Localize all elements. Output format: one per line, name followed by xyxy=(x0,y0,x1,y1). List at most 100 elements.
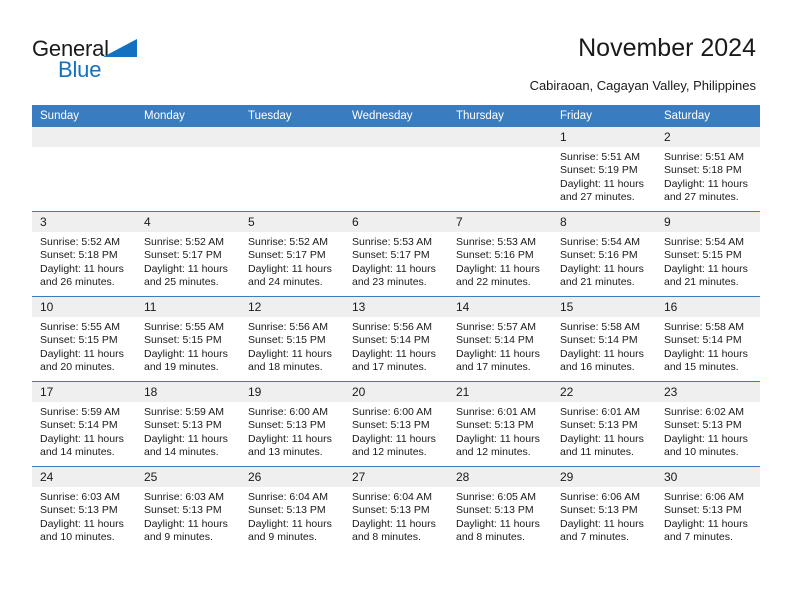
day-number xyxy=(240,127,344,147)
day-details: Sunrise: 6:05 AM Sunset: 5:13 PM Daylight:… xyxy=(448,487,552,545)
day-number: 13 xyxy=(344,297,448,317)
calendar-day-cell[interactable]: 7 Sunrise: 5:53 AM Sunset: 5:16 PM Daylight… xyxy=(448,211,552,297)
sunset-text: Sunset: 5:13 PM xyxy=(248,419,326,432)
sunset-text: Sunset: 5:13 PM xyxy=(144,419,222,432)
day-details: Sunrise: 5:59 AM Sunset: 5:14 PM Daylight:… xyxy=(32,402,136,460)
sunrise-text: Sunrise: 5:58 AM xyxy=(664,321,744,333)
calendar-day-cell[interactable]: 22 Sunrise: 6:01 AM Sunset: 5:13 PM Dayligh… xyxy=(552,381,656,467)
calendar-day-cell[interactable]: 12 Sunrise: 5:56 AM Sunset: 5:15 PM Dayligh… xyxy=(240,296,344,382)
weekday-header-tuesday: Tuesday xyxy=(240,105,344,127)
sunset-text: Sunset: 5:13 PM xyxy=(144,504,222,517)
day-number: 1 xyxy=(552,127,656,147)
sunset-text: Sunset: 5:13 PM xyxy=(456,504,534,517)
calendar-day-cell[interactable]: 27 Sunrise: 6:04 AM Sunset: 5:13 PM Dayligh… xyxy=(344,466,448,551)
calendar-day-cell[interactable]: 14 Sunrise: 5:57 AM Sunset: 5:14 PM Dayligh… xyxy=(448,296,552,382)
general-blue-logo[interactable]: General Blue xyxy=(32,36,162,82)
weekday-header-monday: Monday xyxy=(136,105,240,127)
day-details: Sunrise: 5:52 AM Sunset: 5:17 PM Daylight:… xyxy=(136,232,240,290)
day-number: 17 xyxy=(32,382,136,402)
calendar-cell-empty xyxy=(32,127,136,212)
daylight-text: Daylight: 11 hours and 26 minutes. xyxy=(40,262,124,289)
calendar-day-cell[interactable]: 24 Sunrise: 6:03 AM Sunset: 5:13 PM Dayligh… xyxy=(32,466,136,551)
calendar-day-cell[interactable]: 1 Sunrise: 5:51 AM Sunset: 5:19 PM Daylight… xyxy=(552,127,656,212)
sunrise-text: Sunrise: 6:06 AM xyxy=(664,491,744,503)
day-details: Sunrise: 5:53 AM Sunset: 5:16 PM Daylight:… xyxy=(448,232,552,290)
daylight-text: Daylight: 11 hours and 11 minutes. xyxy=(560,432,644,459)
calendar-day-cell[interactable]: 11 Sunrise: 5:55 AM Sunset: 5:15 PM Dayligh… xyxy=(136,296,240,382)
sunset-text: Sunset: 5:13 PM xyxy=(456,419,534,432)
calendar-cell-empty xyxy=(240,127,344,212)
sunrise-text: Sunrise: 5:51 AM xyxy=(560,151,640,163)
day-number: 25 xyxy=(136,467,240,487)
day-details: Sunrise: 6:00 AM Sunset: 5:13 PM Daylight:… xyxy=(344,402,448,460)
calendar-day-cell[interactable]: 18 Sunrise: 5:59 AM Sunset: 5:13 PM Dayligh… xyxy=(136,381,240,467)
calendar-day-cell[interactable]: 19 Sunrise: 6:00 AM Sunset: 5:13 PM Dayligh… xyxy=(240,381,344,467)
day-number: 5 xyxy=(240,212,344,232)
daylight-text: Daylight: 11 hours and 17 minutes. xyxy=(456,347,540,374)
logo-triangle-icon xyxy=(103,39,137,57)
sunrise-text: Sunrise: 5:51 AM xyxy=(664,151,744,163)
day-number: 2 xyxy=(656,127,760,147)
day-number: 10 xyxy=(32,297,136,317)
calendar-day-cell[interactable]: 15 Sunrise: 5:58 AM Sunset: 5:14 PM Dayligh… xyxy=(552,296,656,382)
day-number: 7 xyxy=(448,212,552,232)
calendar-day-cell[interactable]: 9 Sunrise: 5:54 AM Sunset: 5:15 PM Daylight… xyxy=(656,211,760,297)
sunset-text: Sunset: 5:13 PM xyxy=(664,504,742,517)
day-number: 12 xyxy=(240,297,344,317)
sunrise-text: Sunrise: 6:01 AM xyxy=(560,406,640,418)
day-details: Sunrise: 6:01 AM Sunset: 5:13 PM Daylight:… xyxy=(552,402,656,460)
sunset-text: Sunset: 5:14 PM xyxy=(664,334,742,347)
calendar-day-cell[interactable]: 5 Sunrise: 5:52 AM Sunset: 5:17 PM Daylight… xyxy=(240,211,344,297)
calendar-day-cell[interactable]: 17 Sunrise: 5:59 AM Sunset: 5:14 PM Dayligh… xyxy=(32,381,136,467)
calendar-day-cell[interactable]: 8 Sunrise: 5:54 AM Sunset: 5:16 PM Daylight… xyxy=(552,211,656,297)
calendar-day-cell[interactable]: 28 Sunrise: 6:05 AM Sunset: 5:13 PM Dayligh… xyxy=(448,466,552,551)
calendar-day-cell[interactable]: 13 Sunrise: 5:56 AM Sunset: 5:14 PM Dayligh… xyxy=(344,296,448,382)
calendar-day-cell[interactable]: 23 Sunrise: 6:02 AM Sunset: 5:13 PM Dayligh… xyxy=(656,381,760,467)
daylight-text: Daylight: 11 hours and 27 minutes. xyxy=(664,177,748,204)
day-number xyxy=(448,127,552,147)
day-details: Sunrise: 5:54 AM Sunset: 5:15 PM Daylight:… xyxy=(656,232,760,290)
daylight-text: Daylight: 11 hours and 7 minutes. xyxy=(560,517,644,544)
calendar-day-cell[interactable]: 29 Sunrise: 6:06 AM Sunset: 5:13 PM Dayligh… xyxy=(552,466,656,551)
logo-text-blue: Blue xyxy=(58,57,102,82)
calendar-day-cell[interactable]: 20 Sunrise: 6:00 AM Sunset: 5:13 PM Dayligh… xyxy=(344,381,448,467)
day-number: 22 xyxy=(552,382,656,402)
sunrise-text: Sunrise: 6:01 AM xyxy=(456,406,536,418)
day-details: Sunrise: 5:57 AM Sunset: 5:14 PM Daylight:… xyxy=(448,317,552,375)
day-number: 27 xyxy=(344,467,448,487)
day-number: 26 xyxy=(240,467,344,487)
calendar-day-cell[interactable]: 2 Sunrise: 5:51 AM Sunset: 5:18 PM Daylight… xyxy=(656,127,760,212)
daylight-text: Daylight: 11 hours and 27 minutes. xyxy=(560,177,644,204)
day-details: Sunrise: 6:00 AM Sunset: 5:13 PM Daylight:… xyxy=(240,402,344,460)
calendar-day-cell[interactable]: 25 Sunrise: 6:03 AM Sunset: 5:13 PM Dayligh… xyxy=(136,466,240,551)
day-number: 16 xyxy=(656,297,760,317)
day-number: 15 xyxy=(552,297,656,317)
weekday-header-sunday: Sunday xyxy=(32,105,136,127)
sunrise-text: Sunrise: 5:55 AM xyxy=(40,321,120,333)
day-number: 14 xyxy=(448,297,552,317)
calendar-header-row: Sunday Monday Tuesday Wednesday Thursday… xyxy=(32,105,760,127)
sunrise-text: Sunrise: 6:04 AM xyxy=(248,491,328,503)
day-number: 11 xyxy=(136,297,240,317)
calendar-day-cell[interactable]: 10 Sunrise: 5:55 AM Sunset: 5:15 PM Dayligh… xyxy=(32,296,136,382)
day-number xyxy=(136,127,240,147)
calendar-day-cell[interactable]: 3 Sunrise: 5:52 AM Sunset: 5:18 PM Daylight… xyxy=(32,211,136,297)
sunset-text: Sunset: 5:15 PM xyxy=(40,334,118,347)
weekday-header-wednesday: Wednesday xyxy=(344,105,448,127)
calendar-day-cell[interactable]: 6 Sunrise: 5:53 AM Sunset: 5:17 PM Daylight… xyxy=(344,211,448,297)
calendar-day-cell[interactable]: 30 Sunrise: 6:06 AM Sunset: 5:13 PM Dayligh… xyxy=(656,466,760,551)
day-number: 20 xyxy=(344,382,448,402)
day-number: 19 xyxy=(240,382,344,402)
sunrise-text: Sunrise: 5:53 AM xyxy=(352,236,432,248)
sunset-text: Sunset: 5:13 PM xyxy=(248,504,326,517)
calendar-day-cell[interactable]: 21 Sunrise: 6:01 AM Sunset: 5:13 PM Dayligh… xyxy=(448,381,552,467)
sunset-text: Sunset: 5:13 PM xyxy=(40,504,118,517)
calendar-day-cell[interactable]: 26 Sunrise: 6:04 AM Sunset: 5:13 PM Dayligh… xyxy=(240,466,344,551)
page-header: General Blue November 2024 Cabiraoan, Ca… xyxy=(0,0,792,103)
daylight-text: Daylight: 11 hours and 21 minutes. xyxy=(664,262,748,289)
sunrise-text: Sunrise: 5:52 AM xyxy=(40,236,120,248)
calendar-day-cell[interactable]: 4 Sunrise: 5:52 AM Sunset: 5:17 PM Daylight… xyxy=(136,211,240,297)
day-number: 8 xyxy=(552,212,656,232)
calendar-day-cell[interactable]: 16 Sunrise: 5:58 AM Sunset: 5:14 PM Dayligh… xyxy=(656,296,760,382)
sunrise-text: Sunrise: 5:55 AM xyxy=(144,321,224,333)
